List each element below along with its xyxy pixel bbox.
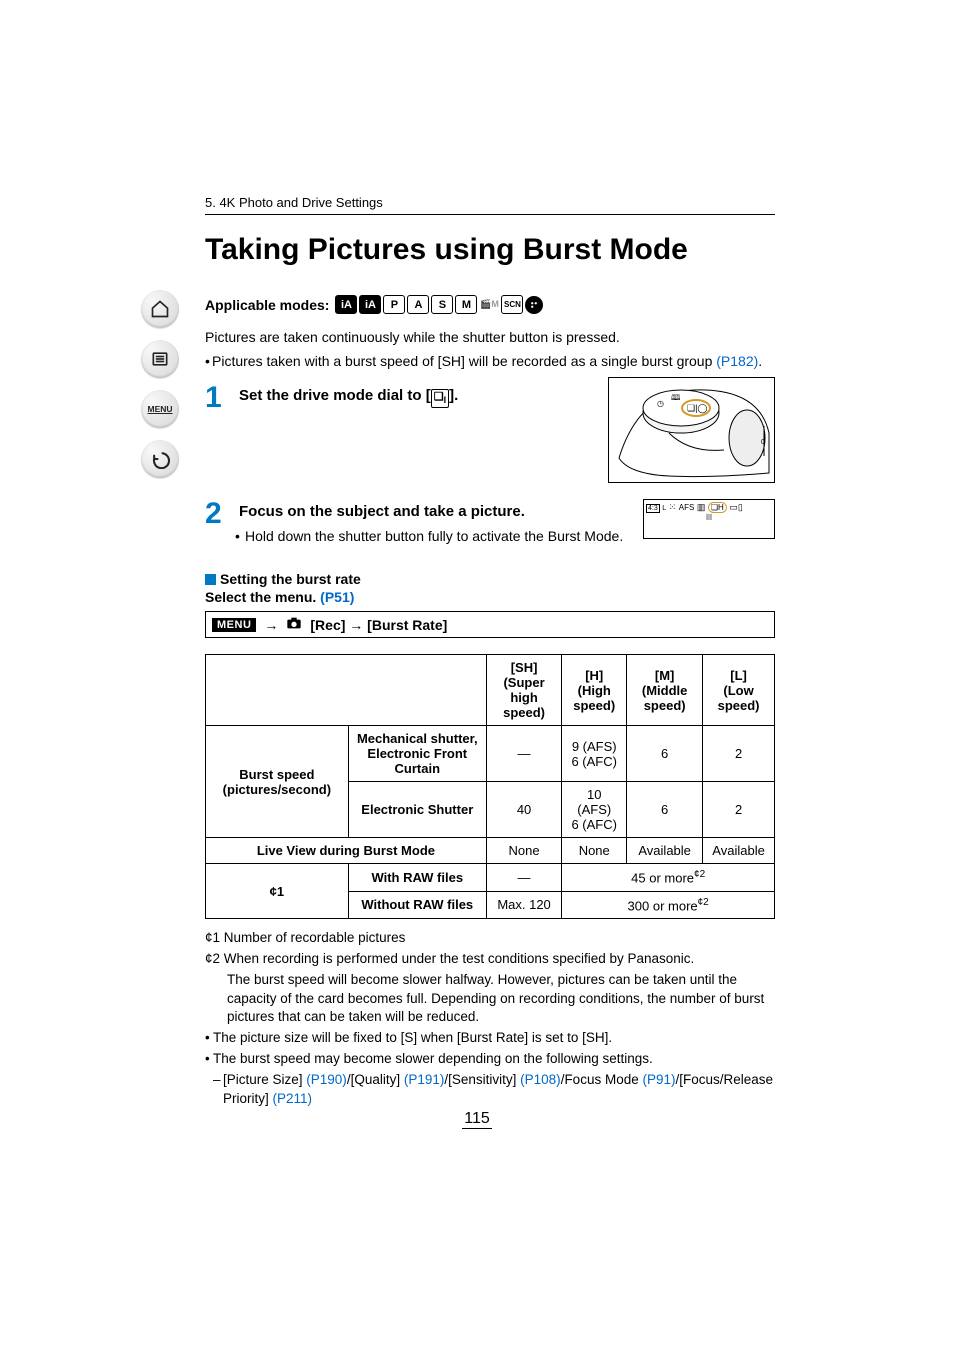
step-number: 1 xyxy=(205,383,225,413)
mode-icon: iA xyxy=(335,295,357,314)
text: Select the menu. xyxy=(205,589,320,605)
lcd-illustration: 4:3 L ⁙ AFS ▥ ❏H ▭▯ ⦀⦀ xyxy=(643,499,775,539)
col-m: [M](Middle speed) xyxy=(627,655,703,726)
link-p182[interactable]: (P182) xyxy=(716,353,758,369)
mode-icon: SCN xyxy=(501,295,523,314)
page-number: 115 xyxy=(0,1110,954,1128)
row-elec: Electronic Shutter xyxy=(348,782,486,838)
mode-icon-disabled: 🎬M xyxy=(479,296,499,313)
text: . xyxy=(758,353,762,369)
col-h: [H](High speed) xyxy=(562,655,627,726)
applicable-modes: Applicable modes: iA iA P A S M 🎬M SCN xyxy=(205,295,775,314)
link-p211[interactable]: (P211) xyxy=(273,1091,313,1106)
camera-icon xyxy=(286,616,302,633)
cell: None xyxy=(562,838,627,864)
row-burst-speed: Burst speed (pictures/second) xyxy=(206,726,349,838)
svg-text:◷: ◷ xyxy=(657,399,664,408)
cell: Available xyxy=(703,838,775,864)
drive-dial-illustration: ◷ 🕮 ❏|◯ 0 xyxy=(608,377,775,483)
row-withraw: With RAW files xyxy=(348,864,486,891)
mode-icons-row: iA iA P A S M 🎬M SCN xyxy=(335,295,543,314)
cell: Available xyxy=(627,838,703,864)
mode-icon xyxy=(525,296,543,314)
cell: Max. 120 xyxy=(486,891,561,918)
cell: 6 xyxy=(627,782,703,838)
applicable-modes-label: Applicable modes: xyxy=(205,297,329,313)
svg-text:🕮: 🕮 xyxy=(671,393,681,402)
cell: 45 or more¢2 xyxy=(562,864,775,891)
row-star1: ¢1 xyxy=(206,864,349,919)
text: Setting the burst rate xyxy=(220,571,361,587)
note-bullet-1: The picture size will be fixed to [S] wh… xyxy=(205,1029,775,1048)
page-title: Taking Pictures using Burst Mode xyxy=(205,233,775,267)
cell: 10 (AFS)6 (AFC) xyxy=(562,782,627,838)
footnote-1: ¢1 Number of recordable pictures xyxy=(205,929,775,948)
text: /[Quality] xyxy=(347,1072,404,1087)
text: /[Sensitivity] xyxy=(444,1072,520,1087)
step-number: 2 xyxy=(205,499,225,529)
cell: 9 (AFS)6 (AFC) xyxy=(562,726,627,782)
svg-text:❏|◯: ❏|◯ xyxy=(687,403,707,414)
text: [Picture Size] xyxy=(223,1072,306,1087)
footnote-2a: ¢2 When recording is performed under the… xyxy=(205,950,775,969)
row-noraw: Without RAW files xyxy=(348,891,486,918)
menu-label-icon: MENU xyxy=(212,618,256,632)
note-dash: [Picture Size] (P190)/[Quality] (P191)/[… xyxy=(205,1071,775,1109)
cell: None xyxy=(486,838,561,864)
contents-icon[interactable] xyxy=(141,340,179,378)
mode-icon: A xyxy=(407,295,429,314)
cell: 300 or more¢2 xyxy=(562,891,775,918)
col-l: [L](Low speed) xyxy=(703,655,775,726)
sidebar-nav: MENU xyxy=(140,290,180,478)
text: ]. xyxy=(449,387,458,404)
col-sh: [SH](Super high speed) xyxy=(486,655,561,726)
cell: — xyxy=(486,726,561,782)
text: /Focus Mode xyxy=(561,1072,643,1087)
cell: 2 xyxy=(703,726,775,782)
mode-icon: P xyxy=(383,295,405,314)
footnote-2b: The burst speed will become slower halfw… xyxy=(205,971,775,1028)
svg-text:0: 0 xyxy=(761,439,765,446)
text: Pictures taken with a burst speed of [SH… xyxy=(212,353,716,369)
mode-icon: iA xyxy=(359,295,381,314)
menu-icon[interactable]: MENU xyxy=(141,390,179,428)
intro-bullet: Pictures taken with a burst speed of [SH… xyxy=(205,352,775,372)
mode-icon: S xyxy=(431,295,453,314)
note-bullet-2: The burst speed may become slower depend… xyxy=(205,1050,775,1069)
cell: — xyxy=(486,864,561,891)
home-icon[interactable] xyxy=(141,290,179,328)
back-icon[interactable] xyxy=(141,440,179,478)
arrow-icon: → xyxy=(264,617,278,633)
cell: 6 xyxy=(627,726,703,782)
burst-mode-icon: ❏I xyxy=(431,389,449,408)
link-p91[interactable]: (P91) xyxy=(642,1072,675,1087)
setting-burst-rate-head: Setting the burst rate xyxy=(205,571,775,587)
menu-path-box: MENU → [Rec] → [Burst Rate] xyxy=(205,611,775,638)
square-bullet-icon xyxy=(205,574,216,585)
link-p108[interactable]: (P108) xyxy=(520,1072,561,1087)
select-menu-line: Select the menu. (P51) xyxy=(205,589,775,605)
intro-text: Pictures are taken continuously while th… xyxy=(205,328,775,348)
mode-icon: M xyxy=(455,295,477,314)
text: Set the drive mode dial to [ xyxy=(239,387,431,404)
menu-path-text: [Rec] → [Burst Rate] xyxy=(310,617,447,633)
row-mech: Mechanical shutter, Electronic Front Cur… xyxy=(348,726,486,782)
footnotes: ¢1 Number of recordable pictures ¢2 When… xyxy=(205,929,775,1109)
burst-rate-table: [SH](Super high speed) [H](High speed) [… xyxy=(205,654,775,919)
link-p191[interactable]: (P191) xyxy=(404,1072,445,1087)
row-liveview: Live View during Burst Mode xyxy=(206,838,487,864)
breadcrumb: 5. 4K Photo and Drive Settings xyxy=(205,195,775,215)
cell: 2 xyxy=(703,782,775,838)
cell: 40 xyxy=(486,782,561,838)
link-p190[interactable]: (P190) xyxy=(306,1072,347,1087)
link-p51[interactable]: (P51) xyxy=(320,589,354,605)
